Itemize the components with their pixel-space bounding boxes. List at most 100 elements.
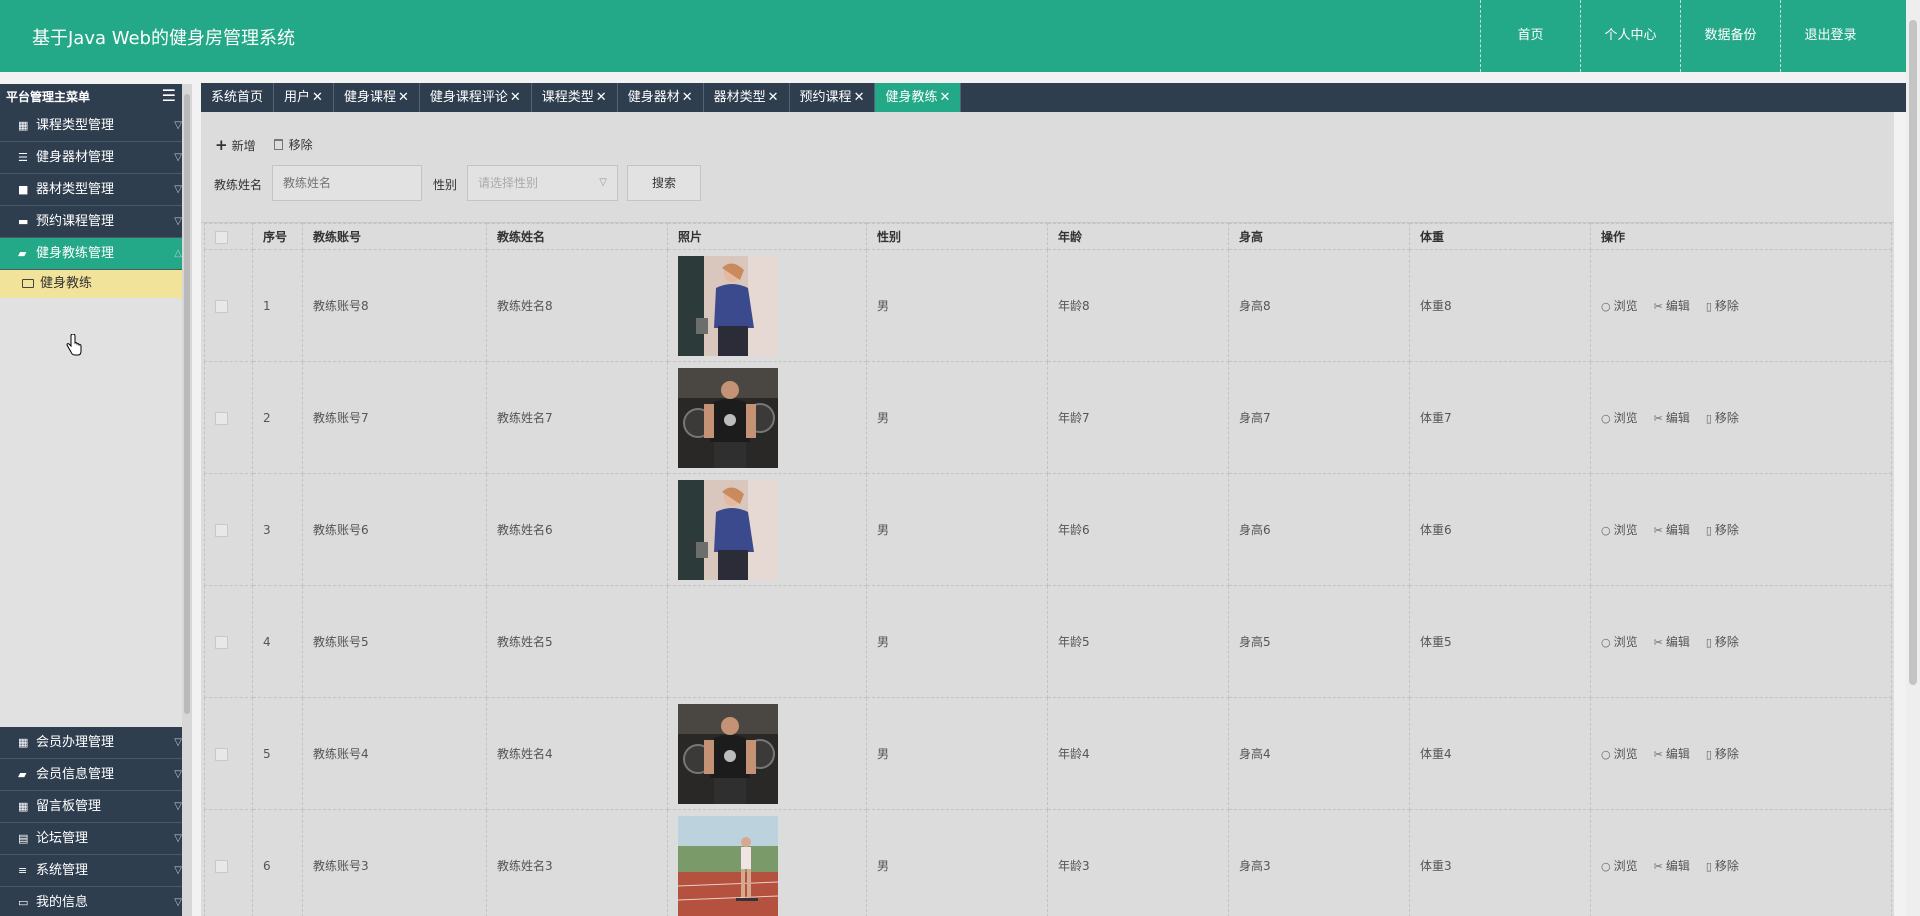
nav-profile[interactable]: 个人中心 xyxy=(1580,0,1680,72)
tab-equipment[interactable]: 健身器材 ✕ xyxy=(618,83,704,112)
sidebar-item-coach[interactable]: ▰ 健身教练管理 △ xyxy=(0,238,192,270)
menu-toggle-icon[interactable]: ☰ xyxy=(162,88,176,104)
cell-age: 年龄6 xyxy=(1047,473,1229,586)
table-row[interactable]: 5 教练账号4 教练姓名4 男年龄4 身高4 体重4 ○ 浏览 ✂ 编辑 ▯ 移除 xyxy=(204,697,1892,810)
tab-coach[interactable]: 健身教练 ✕ xyxy=(875,83,962,112)
view-button[interactable]: ○ 浏览 xyxy=(1601,523,1638,537)
cell-name: 教练姓名6 xyxy=(486,473,668,586)
close-icon[interactable]: ✕ xyxy=(854,90,865,105)
edit-button[interactable]: ✂ 编辑 xyxy=(1654,859,1690,873)
sidebar-subitem-coach[interactable]: 健身教练 xyxy=(0,270,192,298)
table-row[interactable]: 6 教练账号3 教练姓名3 男年龄3 身高3 体重3 ○ 浏览 ✂ 编辑 ▯ 移除 xyxy=(204,809,1892,916)
sidebar-item-member-info[interactable]: ▰ 会员信息管理 ▽ xyxy=(0,759,192,791)
coach-name-input[interactable] xyxy=(272,165,422,201)
header-gender: 性别 xyxy=(866,223,1048,250)
sidebar-item-label: 系统管理 xyxy=(36,863,89,878)
remove-button[interactable]: 移除 xyxy=(273,136,313,154)
remove-row-button[interactable]: ▯ 移除 xyxy=(1706,747,1739,761)
cell-height: 身高8 xyxy=(1228,249,1410,362)
chevron-down-icon: ▽ xyxy=(174,152,182,163)
coach-photo xyxy=(678,479,778,580)
nav-home[interactable]: 首页 xyxy=(1480,0,1580,72)
view-button[interactable]: ○ 浏览 xyxy=(1601,635,1638,649)
table-row[interactable]: 4 教练账号5 教练姓名5 男年龄5 身高5 体重5 ○ 浏览 ✂ 编辑 ▯ 移除 xyxy=(204,545,1892,698)
table-row[interactable]: 3 教练账号6 教练姓名6 男年龄6 身高6 体重6 ○ 浏览 ✂ 编辑 ▯ 移除 xyxy=(204,473,1892,586)
sidebar-item-forum[interactable]: ▤ 论坛管理 ▽ xyxy=(0,823,192,855)
view-button[interactable]: ○ 浏览 xyxy=(1601,859,1638,873)
close-icon[interactable]: ✕ xyxy=(596,90,607,105)
cell-height: 身高3 xyxy=(1228,809,1410,916)
remove-row-button[interactable]: ▯ 移除 xyxy=(1706,635,1739,649)
row-checkbox-cell xyxy=(204,697,253,810)
sidebar-item-membership[interactable]: ▦ 会员办理管理 ▽ xyxy=(0,727,192,759)
close-icon[interactable]: ✕ xyxy=(398,90,409,105)
tab-user[interactable]: 用户 ✕ xyxy=(274,83,334,112)
cell-index: 1 xyxy=(252,249,303,362)
view-button[interactable]: ○ 浏览 xyxy=(1601,747,1638,761)
header-photo: 照片 xyxy=(667,223,867,250)
row-checkbox[interactable] xyxy=(215,523,228,537)
table-header-row: 序号 教练账号 教练姓名 照片 性别 年龄 身高 体重 操作 xyxy=(204,223,1892,250)
nav-backup[interactable]: 数据备份 xyxy=(1680,0,1780,72)
row-checkbox[interactable] xyxy=(215,859,228,873)
edit-button[interactable]: ✂ 编辑 xyxy=(1654,747,1690,761)
tab-home[interactable]: 系统首页 xyxy=(201,83,275,112)
tab-label: 系统首页 xyxy=(211,90,264,105)
sidebar-item-system[interactable]: ≡ 系统管理 ▽ xyxy=(0,855,192,887)
close-icon[interactable]: ✕ xyxy=(939,90,950,105)
cell-photo xyxy=(667,249,867,362)
cell-gender: 男 xyxy=(866,585,1048,698)
tab-course-type[interactable]: 课程类型 ✕ xyxy=(532,83,618,112)
view-button[interactable]: ○ 浏览 xyxy=(1601,411,1638,425)
chevron-down-icon: ▽ xyxy=(599,177,607,188)
sidebar-item-label: 论坛管理 xyxy=(36,831,89,846)
sidebar-item-label: 健身教练管理 xyxy=(36,246,115,261)
trash-icon: ▯ xyxy=(1705,748,1712,761)
remove-row-button[interactable]: ▯ 移除 xyxy=(1706,411,1739,425)
cell-weight: 体重7 xyxy=(1409,361,1591,474)
edit-button[interactable]: ✂ 编辑 xyxy=(1654,523,1690,537)
select-all-checkbox[interactable] xyxy=(215,230,228,244)
edit-button[interactable]: ✂ 编辑 xyxy=(1654,411,1690,425)
sidebar-item-equipment[interactable]: ☰ 健身器材管理 ▽ xyxy=(0,142,192,174)
view-label: 浏览 xyxy=(1613,299,1638,313)
view-button[interactable]: ○ 浏览 xyxy=(1601,299,1638,313)
sidebar-item-my-info[interactable]: ▭ 我的信息 ▽ xyxy=(0,887,192,916)
sidebar-item-booking[interactable]: ▬ 预约课程管理 ▽ xyxy=(0,206,192,238)
page-scrollbar[interactable] xyxy=(1906,0,1920,916)
sidebar-item-equipment-type[interactable]: ■ 器材类型管理 ▽ xyxy=(0,174,192,206)
nav-logout[interactable]: 退出登录 xyxy=(1780,0,1880,72)
close-icon[interactable]: ✕ xyxy=(682,90,693,105)
tab-course-comments[interactable]: 健身课程评论 ✕ xyxy=(420,83,532,112)
row-checkbox[interactable] xyxy=(215,747,228,761)
tab-fitness-course[interactable]: 健身课程 ✕ xyxy=(334,83,420,112)
scrollbar-thumb[interactable] xyxy=(1909,20,1917,685)
sidebar-scrollbar[interactable] xyxy=(182,84,192,916)
cell-index: 6 xyxy=(252,809,303,916)
tab-equipment-type[interactable]: 器材类型 ✕ xyxy=(704,83,790,112)
gender-select[interactable]: 请选择性别 ▽ xyxy=(467,165,618,201)
edit-button[interactable]: ✂ 编辑 xyxy=(1654,635,1690,649)
add-button[interactable]: + 新增 xyxy=(215,136,256,154)
scrollbar-thumb[interactable] xyxy=(184,94,190,714)
remove-row-button[interactable]: ▯ 移除 xyxy=(1706,523,1739,537)
search-button[interactable]: 搜索 xyxy=(627,165,701,201)
close-icon[interactable]: ✕ xyxy=(312,90,323,105)
row-checkbox[interactable] xyxy=(215,411,228,425)
close-icon[interactable]: ✕ xyxy=(768,90,779,105)
row-checkbox[interactable] xyxy=(215,299,228,313)
remove-row-button[interactable]: ▯ 移除 xyxy=(1706,859,1739,873)
table-row[interactable]: 1 教练账号8 教练姓名8 男年龄8 身高8 体重8 ○ 浏览 ✂ 编辑 ▯ 移除 xyxy=(204,249,1892,362)
edit-button[interactable]: ✂ 编辑 xyxy=(1654,299,1690,313)
top-nav: 首页 个人中心 数据备份 退出登录 xyxy=(1480,0,1880,72)
sidebar-item-course-type[interactable]: ▦ 课程类型管理 ▽ xyxy=(0,110,192,142)
table-row[interactable]: 2 教练账号7 教练姓名7 男年龄7 身高7 体重7 ○ 浏览 ✂ 编辑 ▯ 移除 xyxy=(204,361,1892,474)
sidebar: 平台管理主菜单 ☰ ▦ 课程类型管理 ▽ ☰ 健身器材管理 ▽ ■ 器材类型管理 ▽ … xyxy=(0,84,192,916)
edit-label: 编辑 xyxy=(1665,299,1690,313)
sidebar-item-message-board[interactable]: ▦ 留言板管理 ▽ xyxy=(0,791,192,823)
close-icon[interactable]: ✕ xyxy=(510,90,521,105)
cell-actions: ○ 浏览 ✂ 编辑 ▯ 移除 xyxy=(1590,249,1892,362)
tab-booking[interactable]: 预约课程 ✕ xyxy=(790,83,876,112)
remove-row-button[interactable]: ▯ 移除 xyxy=(1706,299,1739,313)
row-checkbox[interactable] xyxy=(215,635,228,649)
